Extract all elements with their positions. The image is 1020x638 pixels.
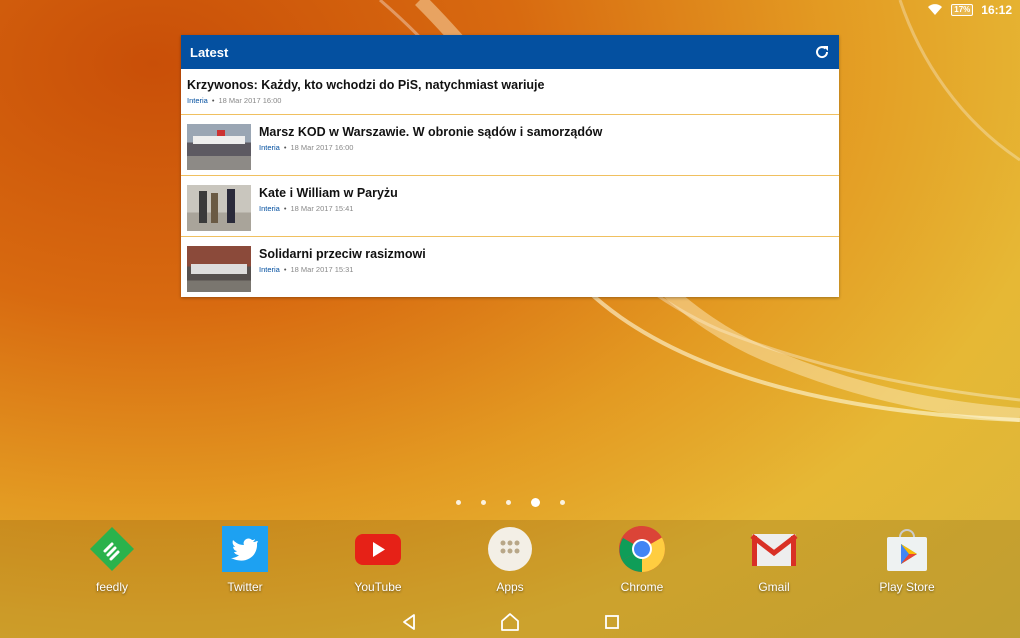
gmail-icon: [750, 525, 798, 573]
app-label: Play Store: [879, 580, 935, 594]
news-title: Krzywonos: Każdy, kto wchodzi do PiS, na…: [187, 78, 545, 92]
news-item[interactable]: Marsz KOD w Warszawie. W obronie sądów i…: [181, 115, 839, 176]
news-item[interactable]: Kate i William w Paryżu Interia • 18 Mar 2…: [181, 176, 839, 237]
app-gmail[interactable]: Gmail: [729, 525, 819, 594]
news-source: Interia: [259, 265, 280, 274]
recents-icon[interactable]: [600, 610, 624, 634]
page-dot-active[interactable]: [530, 498, 540, 507]
app-label: Chrome: [620, 580, 664, 594]
twitter-icon: [221, 525, 269, 573]
battery-indicator: 17%: [951, 4, 974, 16]
app-label: Gmail: [758, 580, 790, 594]
clock: 16:12: [981, 3, 1012, 17]
apps-icon: [486, 525, 534, 573]
page-dot[interactable]: [559, 500, 565, 505]
app-dock: feedly Twitter YouTube Apps Chrome Gmail…: [0, 525, 1020, 600]
news-source: Interia: [259, 143, 280, 152]
app-drawer[interactable]: Apps: [465, 525, 555, 594]
back-icon[interactable]: [397, 610, 421, 634]
news-meta: Interia • 18 Mar 2017 15:31: [259, 265, 354, 274]
news-thumbnail: [187, 124, 251, 170]
app-feedly[interactable]: feedly: [67, 525, 157, 594]
feedly-icon: [88, 525, 136, 573]
refresh-icon[interactable]: [814, 44, 830, 60]
page-dot[interactable]: [505, 500, 511, 505]
news-thumbnail: [187, 185, 251, 231]
news-title: Marsz KOD w Warszawie. W obronie sądów i…: [259, 125, 603, 139]
home-icon[interactable]: [498, 610, 522, 634]
status-bar: 17% 16:12: [927, 0, 1020, 20]
news-source: Interia: [259, 204, 280, 213]
widget-header: Latest: [181, 35, 839, 69]
wifi-icon: [928, 4, 943, 16]
news-meta: Interia • 18 Mar 2017 16:00: [259, 143, 354, 152]
app-label: Apps: [496, 580, 524, 594]
news-source: Interia: [187, 96, 208, 105]
youtube-icon: [354, 525, 402, 573]
page-indicator: [0, 498, 1020, 507]
news-item[interactable]: Solidarni przeciw rasizmowi Interia • 18 M…: [181, 237, 839, 298]
news-meta: Interia • 18 Mar 2017 15:41: [259, 204, 354, 213]
news-widget: Latest Krzywonos: Każdy, kto wchodzi do …: [181, 35, 839, 297]
news-thumbnail: [187, 246, 251, 292]
news-meta: Interia • 18 Mar 2017 16:00: [187, 96, 282, 105]
app-label: feedly: [95, 580, 129, 594]
page-dot[interactable]: [480, 500, 486, 505]
news-date: 18 Mar 2017 16:00: [218, 96, 282, 105]
news-date: 18 Mar 2017 16:00: [290, 143, 354, 152]
news-title: Kate i William w Paryżu: [259, 186, 398, 200]
widget-title: Latest: [190, 44, 229, 60]
news-item[interactable]: Krzywonos: Każdy, kto wchodzi do PiS, na…: [181, 69, 839, 115]
play-store-icon: [883, 525, 931, 573]
chrome-icon: [618, 525, 666, 573]
app-youtube[interactable]: YouTube: [333, 525, 423, 594]
news-date: 18 Mar 2017 15:41: [290, 204, 354, 213]
page-dot[interactable]: [455, 500, 461, 505]
app-label: Twitter: [227, 580, 263, 594]
news-date: 18 Mar 2017 15:31: [290, 265, 354, 274]
app-label: YouTube: [354, 580, 402, 594]
app-play-store[interactable]: Play Store: [862, 525, 952, 594]
app-twitter[interactable]: Twitter: [200, 525, 290, 594]
app-chrome[interactable]: Chrome: [597, 525, 687, 594]
news-title: Solidarni przeciw rasizmowi: [259, 247, 426, 261]
navigation-bar: [0, 604, 1020, 638]
